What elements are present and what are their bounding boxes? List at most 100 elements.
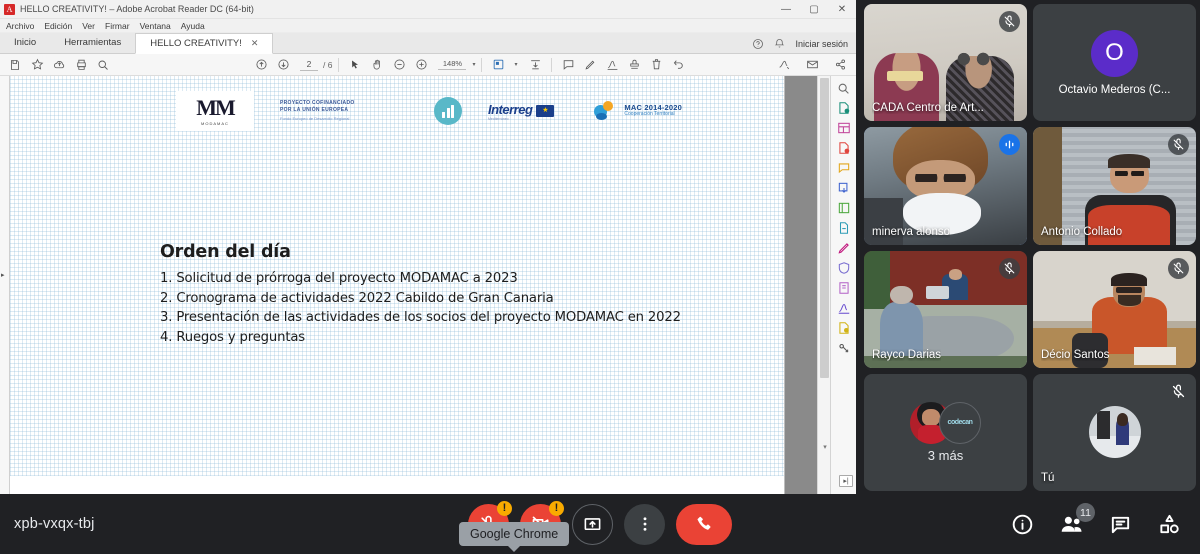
print-icon[interactable] bbox=[71, 55, 91, 75]
tab-hello-creativity[interactable]: HELLO CREATIVITY! ✕ bbox=[135, 33, 274, 54]
menu-ver[interactable]: Ver bbox=[82, 21, 95, 31]
star-icon[interactable] bbox=[27, 55, 47, 75]
toolbar-file-group bbox=[5, 55, 113, 75]
more-tools-icon[interactable] bbox=[836, 340, 852, 356]
menu-firmar[interactable]: Firmar bbox=[105, 21, 130, 31]
participant-tile-overflow[interactable]: codecan 3 más bbox=[864, 373, 1027, 491]
present-screen-button[interactable] bbox=[572, 503, 613, 545]
participant-tile-decio[interactable]: Décio Santos bbox=[1033, 250, 1196, 368]
compress-pdf-icon[interactable] bbox=[836, 200, 852, 216]
search-tool-icon[interactable] bbox=[836, 80, 852, 96]
tab-close-icon[interactable]: ✕ bbox=[251, 38, 259, 49]
scrollbar-thumb[interactable] bbox=[820, 78, 829, 378]
zoom-level-input[interactable]: 148% bbox=[438, 59, 467, 70]
page-number-input[interactable]: 2 bbox=[300, 58, 318, 71]
sign-in-button[interactable]: Iniciar sesión bbox=[795, 39, 852, 49]
info-icon[interactable] bbox=[1007, 509, 1037, 539]
document-scroll-area[interactable]: MM MODAMAC PROYECTO COFINANCIADO POR LA … bbox=[10, 76, 830, 494]
share-icon[interactable] bbox=[830, 55, 850, 75]
fill-and-sign-icon[interactable] bbox=[836, 280, 852, 296]
minimize-button[interactable]: — bbox=[772, 0, 800, 19]
camera-warning-badge: ! bbox=[549, 500, 564, 516]
organize-pages-icon[interactable] bbox=[836, 120, 852, 136]
sign-tool-icon[interactable] bbox=[836, 300, 852, 316]
menu-edicion[interactable]: Edición bbox=[44, 21, 72, 31]
participant-tile-minerva[interactable]: minerva alonso bbox=[864, 127, 1027, 245]
create-pdf-icon[interactable] bbox=[836, 140, 852, 156]
help-icon[interactable] bbox=[751, 37, 764, 50]
delete-icon[interactable] bbox=[646, 55, 666, 75]
page-up-icon[interactable] bbox=[251, 55, 271, 75]
people-icon[interactable]: 11 bbox=[1056, 503, 1095, 539]
scroll-mode-icon[interactable] bbox=[525, 55, 545, 75]
toolbar-page-group: 2 / 6 bbox=[251, 55, 332, 75]
undo-icon[interactable] bbox=[668, 55, 688, 75]
participant-name: Octavio Mederos (C... bbox=[1058, 83, 1171, 96]
acrobat-document-area: ▸ MM MODAMAC PROYECTO COFINANCIADO POR L… bbox=[0, 76, 856, 494]
combine-files-icon[interactable] bbox=[836, 180, 852, 196]
sign-icon[interactable] bbox=[602, 55, 622, 75]
fit-page-icon[interactable] bbox=[488, 55, 508, 75]
expand-nav-icon[interactable]: ▸ bbox=[1, 271, 8, 280]
toolbar-view-group: 148% ▾ bbox=[345, 55, 475, 75]
participant-tile-octavio[interactable]: O Octavio Mederos (C... bbox=[1033, 4, 1196, 122]
activities-icon[interactable] bbox=[1154, 509, 1184, 539]
toolbar-divider bbox=[338, 57, 340, 72]
protect-icon[interactable] bbox=[836, 260, 852, 276]
modamac-logo: MM MODAMAC bbox=[176, 91, 254, 131]
participant-tile-antonio[interactable]: Antonio Collado bbox=[1033, 127, 1196, 245]
modamac-sublabel: MODAMAC bbox=[201, 120, 229, 126]
edit-pdf-icon[interactable] bbox=[836, 240, 852, 256]
maximize-button[interactable]: ▢ bbox=[800, 0, 828, 19]
zoom-dropdown-caret-icon[interactable]: ▾ bbox=[472, 61, 475, 68]
expand-panel-icon[interactable]: ▸| bbox=[839, 475, 853, 487]
navigation-panel-rail[interactable]: ▸ bbox=[0, 76, 10, 494]
save-icon[interactable] bbox=[5, 55, 25, 75]
agenda-item-2: 2. Cronograma de actividades 2022 Cabild… bbox=[160, 290, 554, 306]
stamp-icon[interactable] bbox=[624, 55, 644, 75]
zoom-in-icon[interactable] bbox=[411, 55, 431, 75]
agenda-item-1: 1. Solicitud de prórroga del proyecto MO… bbox=[160, 271, 518, 286]
more-options-button[interactable] bbox=[624, 503, 665, 545]
envelope-icon[interactable] bbox=[802, 55, 822, 75]
acrobat-toolbar: 2 / 6 148% ▾ ▾ bbox=[0, 54, 856, 76]
eu-cofinancing-text: PROYECTO COFINANCIADO POR LA UNIÓN EUROP… bbox=[280, 100, 408, 122]
menu-ayuda[interactable]: Ayuda bbox=[181, 21, 205, 31]
mic-off-icon bbox=[999, 257, 1020, 279]
meet-right-controls: 11 bbox=[1007, 503, 1184, 539]
participant-tile-you[interactable]: Tú bbox=[1033, 373, 1196, 491]
avatar-initial: O bbox=[1091, 29, 1138, 77]
certificates-icon[interactable] bbox=[836, 320, 852, 336]
eu-flag-icon bbox=[536, 105, 555, 117]
overflow-avatar-2: codecan bbox=[939, 401, 981, 444]
signature-icon[interactable] bbox=[774, 55, 794, 75]
hand-tool-icon[interactable] bbox=[367, 55, 387, 75]
redact-icon[interactable] bbox=[836, 220, 852, 236]
select-tool-icon[interactable] bbox=[345, 55, 365, 75]
upload-cloud-icon[interactable] bbox=[49, 55, 69, 75]
close-button[interactable]: ✕ bbox=[828, 0, 856, 19]
agenda-item-4: 4. Ruegos y preguntas bbox=[160, 329, 305, 345]
window-controls: — ▢ ✕ bbox=[772, 0, 856, 19]
comment-icon[interactable] bbox=[558, 55, 578, 75]
search-icon[interactable] bbox=[93, 55, 113, 75]
tab-inicio[interactable]: Inicio bbox=[0, 32, 50, 53]
notifications-bell-icon[interactable] bbox=[773, 37, 786, 50]
menu-archivo[interactable]: Archivo bbox=[6, 21, 34, 31]
document-vertical-scrollbar[interactable]: ▾ bbox=[817, 76, 830, 494]
export-pdf-icon[interactable] bbox=[836, 100, 852, 116]
end-call-button[interactable] bbox=[676, 503, 732, 545]
chat-icon[interactable] bbox=[1105, 509, 1135, 539]
menu-ventana[interactable]: Ventana bbox=[140, 21, 171, 31]
highlight-icon[interactable] bbox=[580, 55, 600, 75]
participant-tile-rayco[interactable]: Rayco Darias bbox=[864, 250, 1027, 368]
participant-tile-cada[interactable]: CADA Centro de Art... bbox=[864, 4, 1027, 122]
page-down-icon[interactable] bbox=[273, 55, 293, 75]
tab-herramientas[interactable]: Herramientas bbox=[50, 32, 135, 53]
scroll-down-icon[interactable]: ▾ bbox=[821, 444, 829, 452]
page-total-label: / 6 bbox=[323, 59, 333, 70]
comment-tool-icon[interactable] bbox=[836, 160, 852, 176]
participant-name: Décio Santos bbox=[1041, 348, 1110, 361]
fit-page-caret-icon[interactable]: ▾ bbox=[514, 61, 517, 68]
zoom-out-icon[interactable] bbox=[389, 55, 409, 75]
